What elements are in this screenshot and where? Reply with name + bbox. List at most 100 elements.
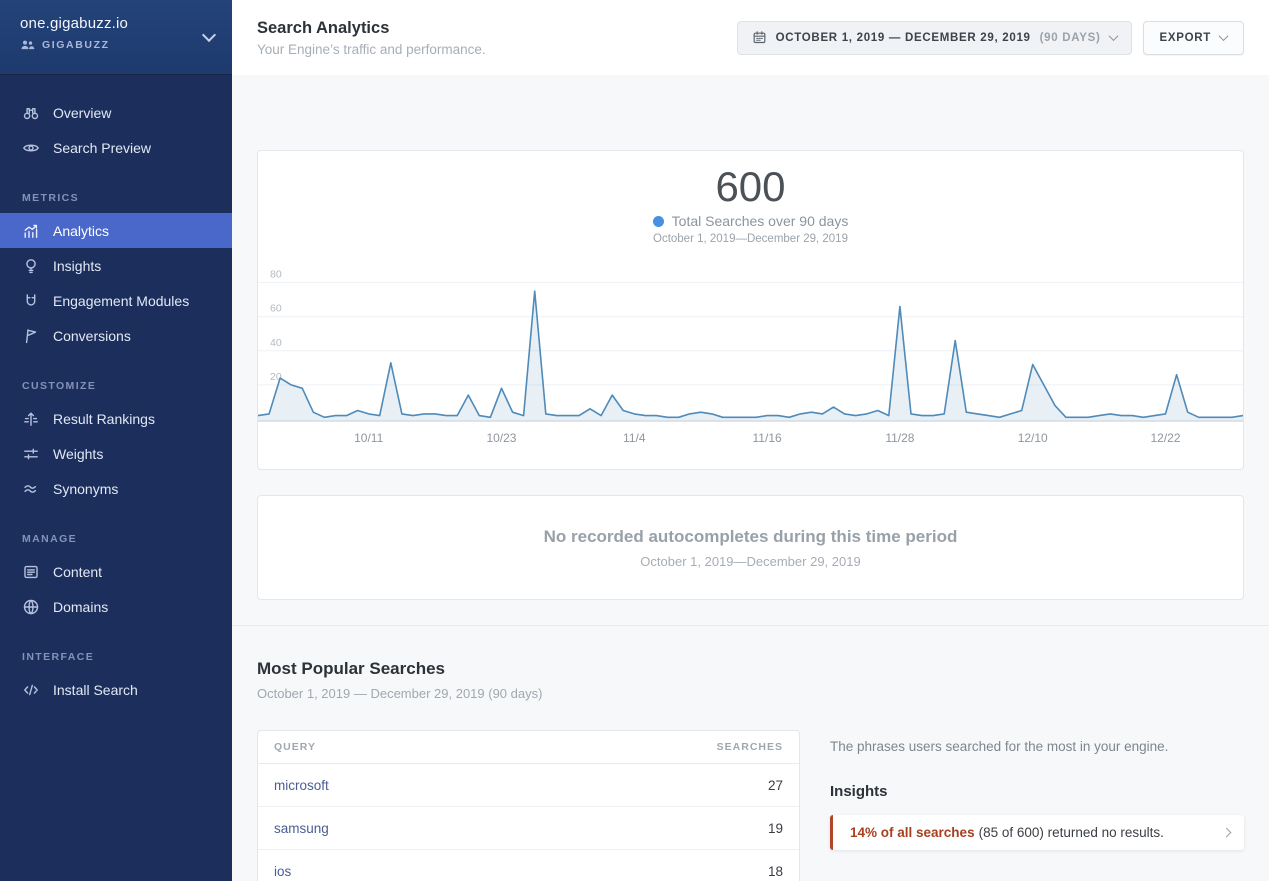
- table-row: samsung 19: [258, 807, 799, 850]
- popular-searches-table: QUERY SEARCHES microsoft 27 samsung 19 i…: [257, 730, 800, 881]
- globe-icon: [22, 598, 40, 616]
- sidebar-item-label: Search Preview: [53, 140, 151, 156]
- sidebar-item-label: Insights: [53, 258, 101, 274]
- chevron-right-icon: [1222, 828, 1232, 838]
- sidebar-item-conversions[interactable]: Conversions: [0, 318, 232, 353]
- sidebar-item-label: Overview: [53, 105, 111, 121]
- popular-searches-description: The phrases users searched for the most …: [830, 739, 1244, 754]
- x-axis-tick-label: 11/4: [623, 431, 645, 445]
- result-rankings-icon: [22, 410, 40, 428]
- autocompletes-date-range: October 1, 2019—December 29, 2019: [640, 554, 860, 569]
- flag-icon: [22, 327, 40, 345]
- column-header-query: QUERY: [274, 741, 316, 753]
- sidebar-item-content[interactable]: Content: [0, 554, 232, 589]
- synonyms-icon: [22, 480, 40, 498]
- searches-chart[interactable]: 20406080: [258, 260, 1243, 422]
- sidebar-section-interface: INTERFACE: [0, 651, 232, 663]
- x-axis-tick-label: 10/23: [486, 431, 516, 445]
- page-subtitle: Your Engine’s traffic and performance.: [257, 42, 486, 57]
- autocompletes-message: No recorded autocompletes during this ti…: [544, 527, 958, 547]
- sidebar-item-search-preview[interactable]: Search Preview: [0, 130, 232, 165]
- page-title: Search Analytics: [257, 19, 486, 38]
- team-icon: [20, 39, 35, 51]
- y-axis-tick-label: 40: [270, 337, 282, 349]
- sidebar-item-overview[interactable]: Overview: [0, 95, 232, 130]
- date-range-days: (90 DAYS): [1040, 32, 1101, 44]
- sidebar-item-label: Synonyms: [53, 481, 118, 497]
- sidebar-item-label: Domains: [53, 599, 108, 615]
- x-axis-tick-label: 12/22: [1151, 431, 1181, 445]
- y-axis-tick-label: 60: [270, 303, 282, 315]
- sliders-icon: [22, 445, 40, 463]
- chart-date-range: October 1, 2019—December 29, 2019: [258, 233, 1243, 245]
- lightbulb-icon: [22, 257, 40, 275]
- magnet-icon: [22, 292, 40, 310]
- autocompletes-card: No recorded autocompletes during this ti…: [257, 495, 1244, 600]
- popular-searches-section: Most Popular Searches October 1, 2019 — …: [232, 625, 1269, 881]
- analytics-icon: [22, 222, 40, 240]
- engine-switcher[interactable]: one.gigabuzz.io GIGABUZZ: [0, 0, 232, 75]
- query-link[interactable]: ios: [274, 864, 291, 879]
- chart-line: [258, 291, 1243, 417]
- date-range-button[interactable]: OCTOBER 1, 2019 — DECEMBER 29, 2019 (90 …: [737, 21, 1132, 55]
- binoculars-icon: [22, 104, 40, 122]
- chevron-down-icon: [1108, 31, 1118, 41]
- content-area: 600 Total Searches over 90 days October …: [232, 75, 1269, 881]
- insight-text: (85 of 600) returned no results.: [979, 825, 1164, 840]
- content-list-icon: [22, 563, 40, 581]
- export-button[interactable]: EXPORT: [1143, 21, 1245, 55]
- insights-heading: Insights: [830, 783, 1244, 800]
- search-count: 19: [768, 821, 783, 836]
- main-area: Search Analytics Your Engine’s traffic a…: [232, 0, 1269, 881]
- sidebar-item-engagement-modules[interactable]: Engagement Modules: [0, 283, 232, 318]
- insight-no-results[interactable]: 14% of all searches (85 of 600) returned…: [830, 815, 1244, 850]
- topbar: Search Analytics Your Engine’s traffic a…: [232, 0, 1269, 75]
- sidebar-item-label: Engagement Modules: [53, 293, 189, 309]
- y-axis-tick-label: 80: [270, 269, 282, 281]
- sidebar-section-customize: CUSTOMIZE: [0, 380, 232, 392]
- sidebar-item-synonyms[interactable]: Synonyms: [0, 471, 232, 506]
- chart-legend: Total Searches over 90 days: [672, 213, 849, 229]
- chevron-down-icon: [1219, 31, 1229, 41]
- code-icon: [22, 681, 40, 699]
- sidebar-item-label: Result Rankings: [53, 411, 155, 427]
- sidebar-item-label: Analytics: [53, 223, 109, 239]
- query-link[interactable]: samsung: [274, 821, 329, 836]
- x-axis-labels: 10/11 10/23 11/4 11/16 11/28 12/10 12/22: [258, 422, 1243, 456]
- x-axis-tick-label: 11/28: [885, 431, 914, 445]
- sidebar-item-insights[interactable]: Insights: [0, 248, 232, 283]
- section-subtitle: October 1, 2019 — December 29, 2019 (90 …: [257, 686, 1244, 701]
- calendar-icon: [752, 30, 767, 45]
- table-row: microsoft 27: [258, 764, 799, 807]
- engine-name: one.gigabuzz.io: [20, 15, 212, 32]
- query-link[interactable]: microsoft: [274, 778, 329, 793]
- sidebar-item-label: Content: [53, 564, 102, 580]
- x-axis-tick-label: 11/16: [753, 431, 782, 445]
- sidebar-nav: Overview Search Preview METRICS Analytic…: [0, 75, 232, 707]
- sidebar-item-domains[interactable]: Domains: [0, 589, 232, 624]
- sidebar-item-result-rankings[interactable]: Result Rankings: [0, 401, 232, 436]
- total-searches-value: 600: [258, 164, 1243, 210]
- x-axis-tick-label: 10/11: [354, 431, 383, 445]
- insight-highlight: 14% of all searches: [850, 825, 975, 840]
- legend-dot-icon: [653, 216, 664, 227]
- column-header-searches: SEARCHES: [717, 741, 783, 753]
- x-axis-tick-label: 12/10: [1018, 431, 1048, 445]
- sidebar-item-label: Conversions: [53, 328, 131, 344]
- sidebar-item-analytics[interactable]: Analytics: [0, 213, 232, 248]
- account-name: GIGABUZZ: [42, 39, 110, 51]
- eye-icon: [22, 139, 40, 157]
- sidebar: one.gigabuzz.io GIGABUZZ Overview Search…: [0, 0, 232, 881]
- sidebar-section-manage: MANAGE: [0, 533, 232, 545]
- chart-area-fill: [258, 291, 1243, 421]
- date-range-label: OCTOBER 1, 2019 — DECEMBER 29, 2019: [776, 32, 1031, 44]
- search-count: 27: [768, 778, 783, 793]
- section-title: Most Popular Searches: [257, 659, 1244, 679]
- table-row: ios 18: [258, 850, 799, 881]
- sidebar-item-weights[interactable]: Weights: [0, 436, 232, 471]
- export-label: EXPORT: [1160, 32, 1212, 44]
- sidebar-item-install-search[interactable]: Install Search: [0, 672, 232, 707]
- total-searches-card: 600 Total Searches over 90 days October …: [257, 150, 1244, 470]
- sidebar-item-label: Weights: [53, 446, 103, 462]
- sidebar-item-label: Install Search: [53, 682, 138, 698]
